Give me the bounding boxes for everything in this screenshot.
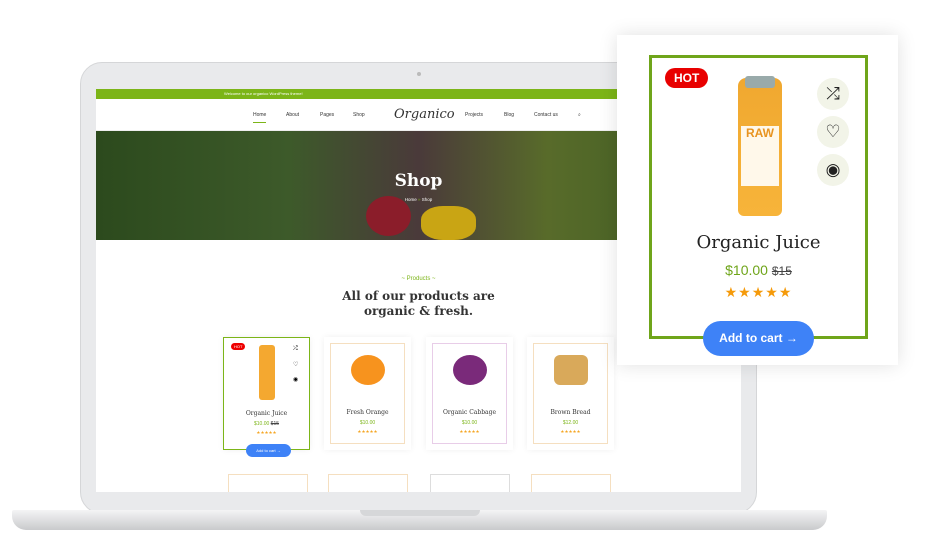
product-card[interactable]: HOT ⤮ ♡ ◉ Organic Juice $10.00 $15 ★★★★★…	[223, 337, 310, 457]
juice-image	[259, 345, 275, 400]
rating-stars: ★★★★★	[724, 284, 793, 300]
heart-icon[interactable]: ♡	[817, 116, 849, 148]
product-card[interactable]: Brown Bread $12.00 ★★★★★	[527, 337, 614, 450]
orange-image	[351, 355, 385, 385]
price: $10.00	[253, 421, 270, 427]
product-card[interactable]: Fresh Orange $10.00 ★★★★★	[324, 337, 411, 450]
product-price: $10.00	[359, 420, 376, 426]
add-to-cart-label: Add to cart	[719, 331, 783, 345]
rating-stars: ★★★★★	[560, 429, 581, 434]
eye-icon[interactable]: ◉	[817, 154, 849, 186]
zoomed-product-card[interactable]: HOT RAW ⤮ ♡ ◉ Organic Juice $10.00 $15 ★…	[617, 35, 898, 365]
bottle-label: RAW	[741, 126, 779, 186]
product-card-partial	[228, 474, 308, 492]
product-card-partial	[531, 474, 611, 492]
add-to-cart-button[interactable]: Add to cart →	[246, 444, 291, 457]
product-price: $10.00 $15	[652, 262, 865, 278]
product-name[interactable]: Organic Cabbage	[426, 409, 513, 416]
product-name[interactable]: Brown Bread	[527, 409, 614, 416]
cabbage-image	[453, 355, 487, 385]
search-icon[interactable]: ⌕	[578, 112, 581, 118]
old-price: $15	[771, 264, 792, 278]
logo[interactable]: Organico	[394, 107, 455, 122]
nav-shop[interactable]: Shop	[353, 112, 365, 118]
hot-badge: HOT	[665, 68, 709, 88]
product-card[interactable]: Organic Cabbage $10.00 ★★★★★	[426, 337, 513, 450]
product-name[interactable]: Organic Juice	[652, 232, 865, 253]
breadcrumb-separator: »	[417, 197, 421, 202]
pepper-image	[421, 206, 476, 240]
nav-blog[interactable]: Blog	[504, 112, 514, 118]
product-name[interactable]: Fresh Orange	[324, 409, 411, 416]
juice-bottle-image: RAW	[738, 76, 782, 216]
product-card-partial	[328, 474, 408, 492]
product-price: $10.00 $15	[224, 421, 309, 427]
price: $10.00	[725, 262, 768, 278]
nav-pages[interactable]: Pages	[320, 112, 334, 118]
bottle-cap	[745, 76, 775, 88]
radish-image	[366, 196, 411, 236]
old-price: $15	[270, 421, 280, 427]
product-price: $12.00	[562, 420, 579, 426]
add-to-cart-button[interactable]: Add to cart →	[703, 321, 814, 356]
bread-image	[554, 355, 588, 385]
heart-icon[interactable]: ♡	[293, 361, 298, 368]
product-name[interactable]: Organic Juice	[224, 410, 309, 417]
rating-stars: ★★★★★	[256, 430, 277, 435]
arrow-right-icon: →	[785, 331, 798, 345]
eye-icon[interactable]: ◉	[293, 376, 298, 383]
laptop-camera	[417, 72, 421, 76]
breadcrumb-home[interactable]: Home	[405, 197, 417, 202]
nav-projects[interactable]: Projects	[465, 112, 483, 118]
shuffle-icon[interactable]: ⤮	[817, 78, 849, 110]
laptop-notch	[360, 510, 480, 516]
rating-stars: ★★★★★	[459, 429, 480, 434]
hot-badge: HOT	[231, 343, 246, 350]
product-card-partial	[430, 474, 510, 492]
shuffle-icon[interactable]: ⤮	[293, 346, 298, 353]
nav-contact[interactable]: Contact us	[534, 112, 558, 118]
welcome-text: Welcome to our organico WordPress theme!	[224, 91, 303, 96]
rating-stars: ★★★★★	[357, 429, 378, 434]
nav-about[interactable]: About	[286, 112, 299, 118]
breadcrumb-current: Shop	[421, 197, 433, 202]
card-border: HOT RAW ⤮ ♡ ◉ Organic Juice $10.00 $15 ★…	[649, 55, 868, 339]
product-price: $10.00	[461, 420, 478, 426]
nav-home[interactable]: Home	[253, 112, 267, 123]
